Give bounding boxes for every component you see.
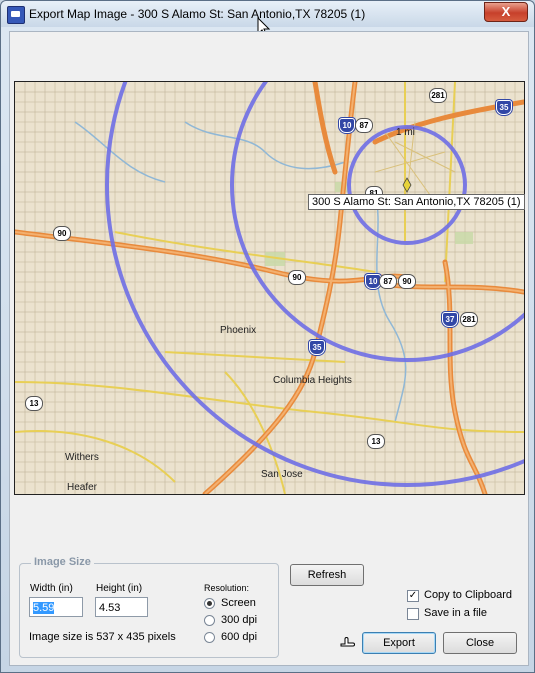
state-route-shield: 90 bbox=[53, 226, 71, 241]
resolution-label: Resolution: bbox=[204, 583, 250, 593]
height-value: 4.53 bbox=[99, 602, 121, 614]
interstate-shield: 37 bbox=[442, 312, 458, 327]
app-icon bbox=[7, 6, 25, 24]
copy-to-clipboard-label[interactable]: Copy to Clipboard bbox=[424, 589, 512, 601]
image-pixel-size-text: Image size is 537 x 435 pixels bbox=[29, 631, 176, 643]
height-input[interactable]: 4.53 bbox=[95, 597, 148, 617]
width-value: 5.59 bbox=[33, 602, 55, 614]
interstate-shield: 10 bbox=[339, 118, 355, 133]
map-location-tooltip: 300 S Alamo St: San Antonio,TX 78205 (1) bbox=[308, 194, 525, 210]
resolution-300dpi-radio[interactable] bbox=[204, 615, 215, 626]
map-place-label: San Jose bbox=[261, 469, 303, 480]
hand-pointer-icon bbox=[340, 637, 355, 647]
state-route-shield: 87 bbox=[379, 274, 397, 289]
map-place-label: Phoenix bbox=[220, 325, 257, 336]
interstate-shield: 35 bbox=[496, 100, 512, 115]
map-preview: 1 mi Phoenix Columbia Heights Withers He… bbox=[14, 81, 525, 495]
refresh-button[interactable]: Refresh bbox=[290, 564, 364, 586]
map-place-label: Withers bbox=[65, 452, 99, 463]
width-input[interactable]: 5.59 bbox=[29, 597, 83, 617]
height-label: Height (in) bbox=[96, 583, 143, 594]
save-in-file-checkbox[interactable] bbox=[407, 608, 419, 620]
resolution-600dpi-label[interactable]: 600 dpi bbox=[221, 631, 257, 643]
state-route-shield: 90 bbox=[398, 274, 416, 289]
image-size-group-title: Image Size bbox=[31, 556, 94, 568]
map-canvas bbox=[15, 82, 524, 494]
map-place-label: Columbia Heights bbox=[273, 375, 352, 386]
export-map-window: Export Map Image - 300 S Alamo St: San A… bbox=[0, 0, 535, 673]
map-place-label: Heafer bbox=[67, 482, 98, 493]
width-label: Width (in) bbox=[30, 583, 73, 594]
copy-to-clipboard-checkbox[interactable]: ✓ bbox=[407, 590, 419, 602]
close-button[interactable]: Close bbox=[443, 632, 517, 654]
state-route-shield: 87 bbox=[355, 118, 373, 133]
state-route-shield: 13 bbox=[25, 396, 43, 411]
map-scale-label: 1 mi bbox=[396, 127, 415, 138]
state-route-shield: 13 bbox=[367, 434, 385, 449]
save-in-file-label[interactable]: Save in a file bbox=[424, 607, 487, 619]
export-button[interactable]: Export bbox=[362, 632, 436, 654]
state-route-shield: 90 bbox=[288, 270, 306, 285]
resolution-screen-label[interactable]: Screen bbox=[221, 597, 256, 609]
window-close-button[interactable]: X bbox=[484, 2, 528, 22]
resolution-screen-radio[interactable] bbox=[204, 598, 215, 609]
state-route-shield: 281 bbox=[429, 88, 447, 103]
window-title: Export Map Image - 300 S Alamo St: San A… bbox=[29, 7, 366, 21]
resolution-600dpi-radio[interactable] bbox=[204, 632, 215, 643]
interstate-shield: 35 bbox=[309, 340, 325, 355]
state-route-shield: 281 bbox=[460, 312, 478, 327]
resolution-300dpi-label[interactable]: 300 dpi bbox=[221, 614, 257, 626]
